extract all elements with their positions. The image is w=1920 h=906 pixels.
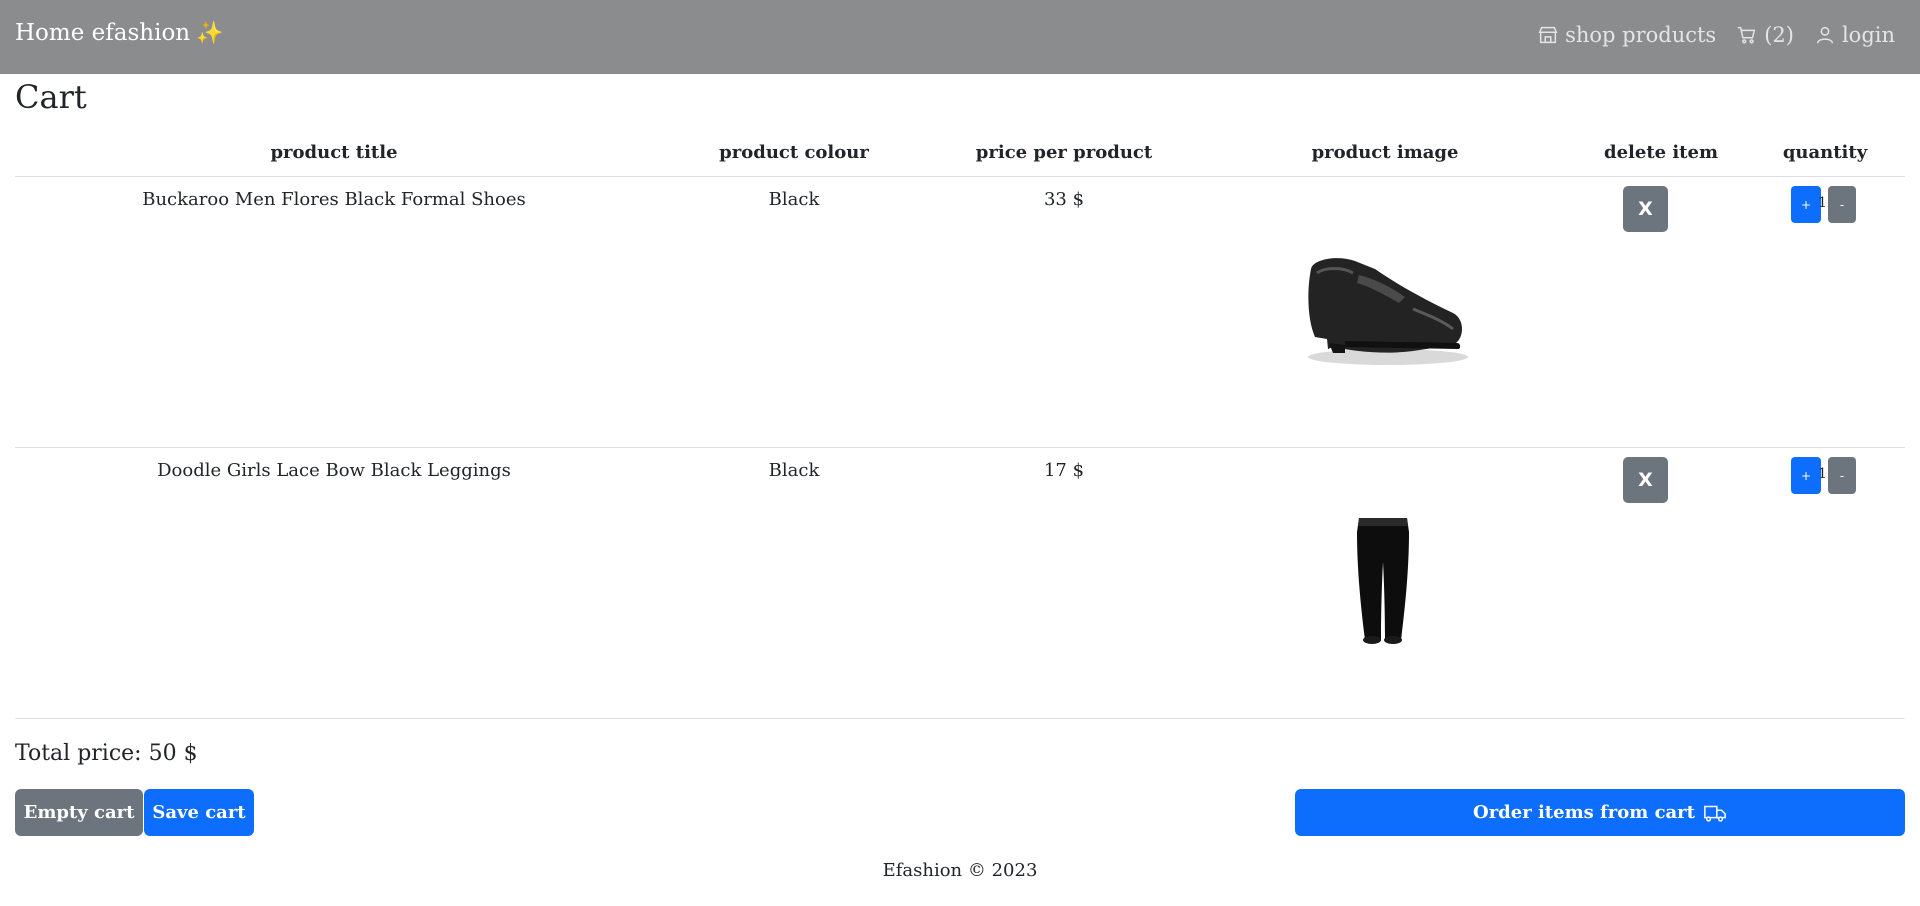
product-title: Buckaroo Men Flores Black Formal Shoes [142,189,526,210]
increase-quantity-button[interactable]: + [1791,186,1821,223]
empty-cart-button[interactable]: Empty cart [15,789,143,836]
save-cart-button[interactable]: Save cart [144,789,254,836]
total-price: Total price: 50 $ [15,741,198,766]
header-product-title: product title [270,142,398,163]
footer: Efashion © 2023 [882,860,1038,881]
order-items-button[interactable]: Order items from cart [1295,789,1905,836]
shop-products-link[interactable]: shop products [1537,23,1716,47]
decrease-quantity-button[interactable]: - [1828,457,1856,494]
nav-links: shop products (2) login [1537,23,1895,47]
table-header: product title product colour price per p… [15,130,1905,177]
header-price: price per product [975,142,1153,163]
shop-products-label: shop products [1565,23,1717,47]
product-colour: Black [768,460,820,481]
table-row: Buckaroo Men Flores Black Formal Shoes B… [15,177,1905,448]
quantity-value: 1 [1818,195,1827,211]
shop-icon [1538,26,1558,44]
product-price: 17 $ [1043,460,1085,481]
table-row: Doodle Girls Lace Bow Black Leggings Bla… [15,448,1905,719]
order-items-label: Order items from cart [1473,802,1695,823]
home-brand-link[interactable]: Home efashion ✨ [15,20,224,46]
truck-icon [1704,805,1726,822]
decrease-quantity-button[interactable]: - [1828,186,1856,223]
sparkles-icon: ✨ [196,21,224,46]
cart-link[interactable]: (2) [1736,23,1794,47]
black-formal-shoe-image [1308,258,1468,365]
delete-item-button[interactable]: X [1623,457,1668,503]
header-quantity: quantity [1782,142,1868,163]
quantity-stepper: + 1 - [1791,457,1861,494]
user-icon [1816,26,1834,44]
product-colour: Black [768,189,820,210]
cart-icon [1738,26,1756,44]
product-price: 33 $ [1043,189,1085,210]
delete-item-button[interactable]: X [1623,186,1668,232]
quantity-value: 1 [1818,466,1827,482]
product-title: Doodle Girls Lace Bow Black Leggings [157,460,511,481]
cart-table: product title product colour price per p… [15,130,1905,719]
cart-count: (2) [1764,23,1794,47]
header-product-image: product image [1311,142,1459,163]
login-link[interactable]: login [1814,23,1895,47]
header-product-colour: product colour [719,142,869,163]
page-title: Cart [15,78,87,116]
login-label: login [1841,23,1895,47]
header-delete-item: delete item [1603,142,1718,163]
navbar: Home efashion ✨ shop products (2) login [0,0,1920,74]
brand-label: Home efashion [15,20,191,46]
quantity-stepper: + 1 - [1791,186,1861,223]
black-leggings-image [1357,518,1409,644]
increase-quantity-button[interactable]: + [1791,457,1821,494]
